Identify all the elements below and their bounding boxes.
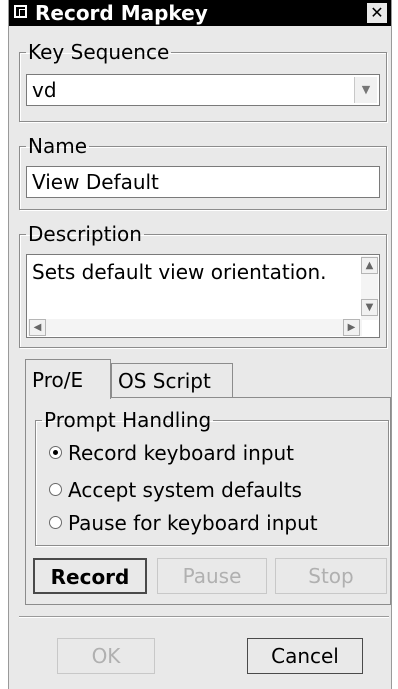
name-legend: Name	[28, 134, 88, 158]
cancel-button[interactable]: Cancel	[247, 638, 363, 674]
window-icon	[14, 5, 27, 18]
description-legend: Description	[28, 222, 142, 246]
scroll-right-icon[interactable]: ▶	[343, 319, 360, 336]
title-bar[interactable]: Record Mapkey ✕	[9, 0, 391, 26]
horizontal-scrollbar[interactable]	[28, 319, 362, 336]
divider	[19, 616, 389, 618]
name-input[interactable]: View Default	[26, 166, 380, 198]
radio-label: Accept system defaults	[68, 478, 302, 502]
stop-button[interactable]: Stop	[275, 558, 387, 594]
scroll-up-icon[interactable]: ▲	[361, 257, 378, 274]
key-sequence-value: vd	[32, 78, 57, 102]
name-value: View Default	[32, 170, 159, 194]
record-button[interactable]: Record	[33, 558, 147, 594]
ok-button[interactable]: OK	[57, 638, 155, 674]
scroll-down-icon[interactable]: ▼	[361, 299, 378, 316]
scroll-left-icon[interactable]: ◀	[29, 319, 46, 336]
tab-os-script[interactable]: OS Script	[111, 363, 233, 397]
description-textarea[interactable]: Sets default view orientation. ▲ ▼ ◀ ▶	[26, 254, 380, 338]
prompt-handling-legend: Prompt Handling	[44, 408, 212, 432]
radio-record-keyboard-input[interactable]: Record keyboard input	[49, 440, 294, 466]
key-sequence-legend: Key Sequence	[28, 40, 170, 64]
radio-pause-for-keyboard-input[interactable]: Pause for keyboard input	[49, 510, 318, 536]
radio-selected-icon[interactable]	[49, 446, 62, 459]
record-mapkey-dialog: Record Mapkey ✕ Key Sequence vd ▼ Name V…	[8, 0, 392, 689]
radio-accept-system-defaults[interactable]: Accept system defaults	[49, 477, 302, 503]
description-value: Sets default view orientation.	[32, 260, 327, 284]
radio-label: Pause for keyboard input	[68, 511, 318, 535]
window-title: Record Mapkey	[35, 1, 208, 25]
radio-label: Record keyboard input	[68, 441, 295, 465]
chevron-down-icon[interactable]: ▼	[354, 77, 377, 103]
pause-button[interactable]: Pause	[157, 558, 267, 594]
radio-unselected-icon[interactable]	[49, 483, 62, 496]
key-sequence-combobox[interactable]: vd ▼	[26, 74, 380, 106]
tab-pro-e[interactable]: Pro/E	[25, 359, 111, 399]
close-icon[interactable]: ✕	[367, 3, 387, 23]
radio-unselected-icon[interactable]	[49, 516, 62, 529]
